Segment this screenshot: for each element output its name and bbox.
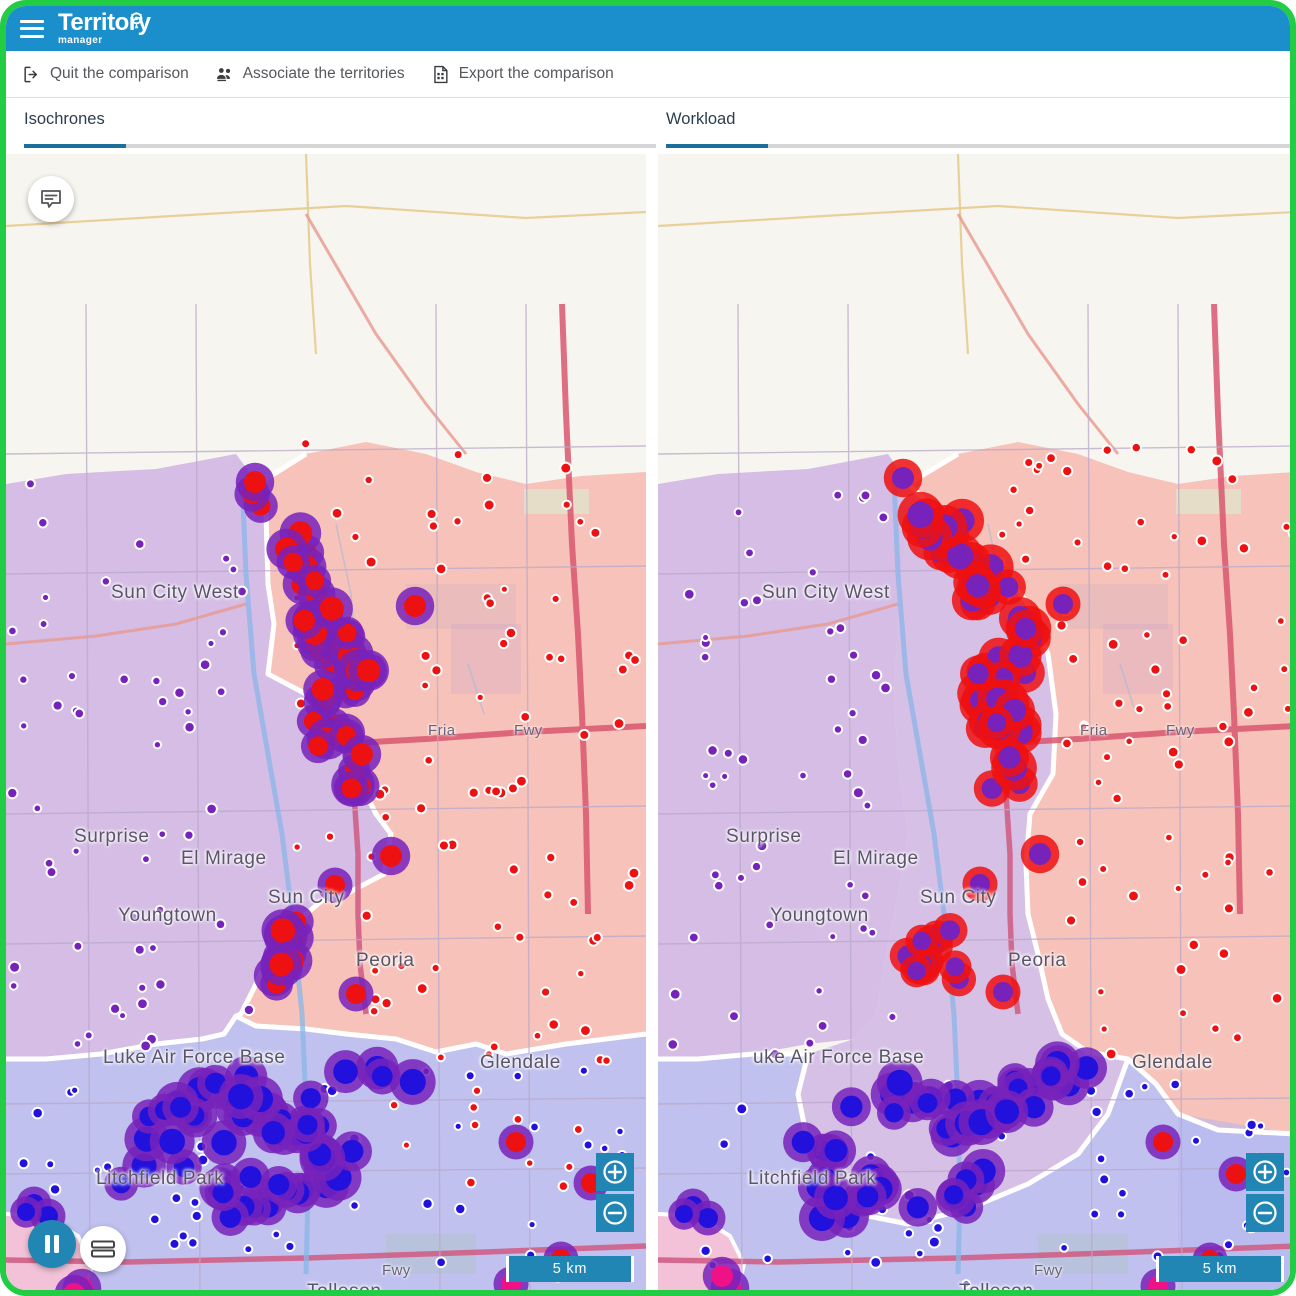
map-workload[interactable]: Sun City West Surprise El Mirage Youngtown S… — [658, 154, 1290, 1290]
associate-the-territories-label: Associate the territories — [242, 65, 405, 82]
zoom-out-button[interactable] — [596, 1194, 634, 1232]
tab-isochrones[interactable]: Isochrones — [16, 98, 656, 152]
zoom-out-button[interactable] — [1246, 1194, 1284, 1232]
tab-isochrones-underline — [24, 144, 656, 148]
users-group-icon — [215, 65, 234, 84]
zoom-in-button[interactable] — [596, 1153, 634, 1191]
hamburger-menu-icon[interactable] — [20, 19, 44, 38]
data-points-right — [658, 154, 1290, 1290]
tab-workload-underline — [666, 144, 1290, 148]
brand-logo: Territory manager — [58, 11, 151, 46]
tab-workload[interactable]: Workload — [658, 98, 1290, 152]
tab-isochrones-label[interactable]: Isochrones — [16, 98, 105, 129]
zoom-controls-right — [1246, 1153, 1284, 1232]
action-toolbar: Quit the comparison Associate the territ… — [6, 51, 1290, 98]
zoom-controls-left — [596, 1153, 634, 1232]
scale-bar-label: 5 km — [1202, 1261, 1238, 1277]
comment-bubble-icon[interactable] — [28, 176, 74, 222]
zoom-in-button[interactable] — [1246, 1153, 1284, 1191]
application-frame: Territory manager Quit the comparison As… — [0, 0, 1296, 1296]
pause-button[interactable] — [28, 1220, 76, 1268]
associate-the-territories-button[interactable]: Associate the territories — [215, 65, 405, 84]
export-file-icon — [431, 65, 450, 84]
territory-pin-icon — [128, 12, 145, 29]
quit-the-comparison-label: Quit the comparison — [50, 65, 189, 82]
export-the-comparison-label: Export the comparison — [458, 65, 614, 82]
scale-bar-label: 5 km — [552, 1261, 588, 1277]
export-the-comparison-button[interactable]: Export the comparison — [431, 65, 614, 84]
top-bar: Territory manager — [6, 6, 1290, 51]
tab-workload-label[interactable]: Workload — [658, 98, 735, 129]
layers-button[interactable] — [80, 1226, 126, 1272]
data-points-left — [6, 154, 646, 1290]
quit-the-comparison-button[interactable]: Quit the comparison — [22, 65, 189, 84]
scale-bar-right: 5 km — [1156, 1256, 1284, 1282]
scale-bar-left: 5 km — [506, 1256, 634, 1282]
exit-icon — [22, 65, 41, 84]
map-isochrones[interactable]: Sun City West Surprise El Mirage Youngtown S… — [6, 154, 646, 1290]
brand-subtitle: manager — [58, 35, 103, 46]
panel-tabs: Isochrones Workload — [6, 98, 1290, 152]
